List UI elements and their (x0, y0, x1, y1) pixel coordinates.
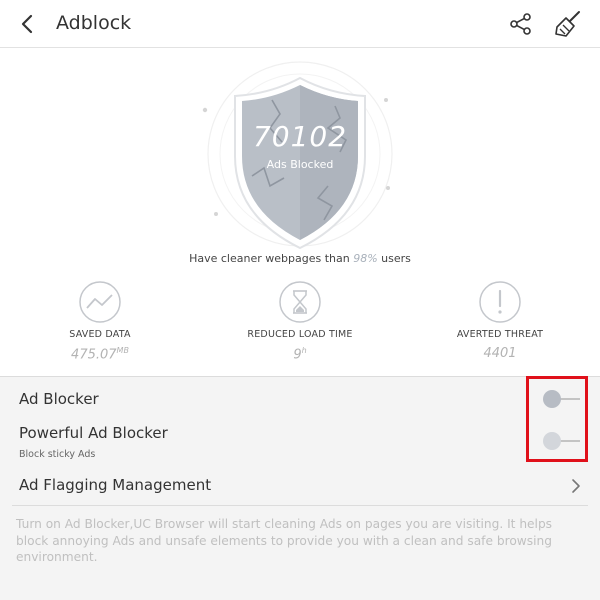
comparison-suffix: users (377, 252, 411, 265)
ad-flagging-label: Ad Flagging Management (19, 476, 212, 494)
reduced-load-time-stat: REDUCED LOAD TIME 9h (200, 280, 400, 362)
averted-threat-value: 4401 (483, 346, 517, 361)
exclamation-icon (479, 281, 521, 323)
chart-line-icon (79, 281, 121, 323)
chevron-right-icon (572, 479, 580, 493)
app-header: Adblock (0, 0, 600, 48)
adblock-summary: 70102 Ads Blocked Have cleaner webpages … (0, 48, 600, 377)
hourglass-icon (279, 281, 321, 323)
divider (12, 505, 588, 506)
ads-blocked-count: 70102 (252, 120, 348, 153)
powerful-ad-blocker-sublabel: Block sticky Ads (19, 449, 96, 460)
averted-threat-stat: AVERTED THREAT 4401 (400, 280, 600, 361)
ad-blocker-label: Ad Blocker (19, 390, 99, 408)
reduced-load-time-value: 9h (293, 346, 307, 363)
saved-data-label: SAVED DATA (69, 329, 131, 340)
averted-threat-label: AVERTED THREAT (456, 329, 544, 340)
cleaner-comparison: Have cleaner webpages than 98% users (0, 252, 600, 265)
back-arrow-icon[interactable] (16, 12, 40, 36)
reduced-load-time-label: REDUCED LOAD TIME (247, 329, 353, 340)
shield-badge: 70102 Ads Blocked (200, 56, 400, 266)
saved-data-stat: SAVED DATA 475.07MB (0, 280, 200, 362)
adblock-description: Turn on Ad Blocker,UC Browser will start… (16, 517, 553, 564)
toggle-highlight-box (526, 376, 588, 462)
ad-flagging-management-row[interactable]: Ad Flagging Management (0, 472, 600, 500)
saved-data-value: 475.07MB (71, 346, 129, 363)
comparison-prefix: Have cleaner webpages than (189, 252, 354, 265)
broom-icon[interactable] (552, 8, 584, 40)
powerful-ad-blocker-label: Powerful Ad Blocker (19, 424, 168, 442)
share-icon[interactable] (508, 11, 534, 37)
ads-blocked-label: Ads Blocked (266, 158, 334, 171)
page-title: Adblock (56, 12, 132, 34)
comparison-percent: 98% (353, 252, 378, 265)
